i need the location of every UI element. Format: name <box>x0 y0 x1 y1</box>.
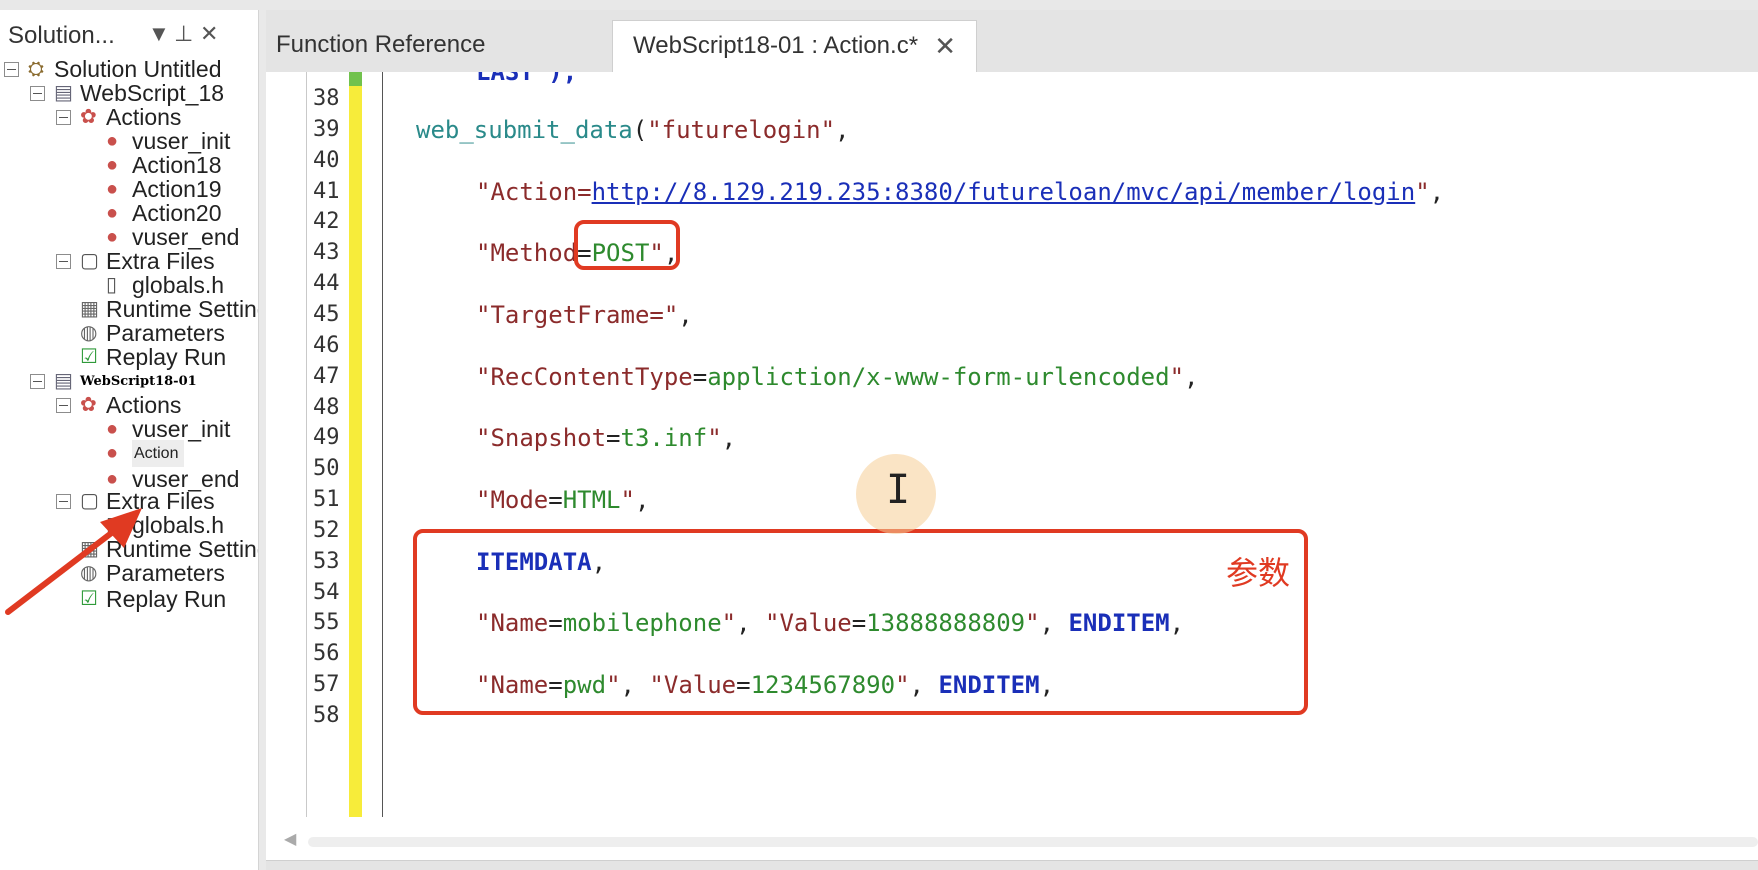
line-number: 48 <box>313 394 340 420</box>
code-token: "RecContentType <box>476 362 693 391</box>
scrollbar-track[interactable] <box>308 837 1758 847</box>
text-cursor-icon: I <box>886 467 911 513</box>
code-token: = <box>548 486 563 515</box>
code-token: , <box>1429 177 1445 206</box>
line-number: 43 <box>313 240 340 266</box>
tab-label: Function Reference <box>276 31 486 58</box>
code-token: " <box>1415 177 1430 206</box>
tab-function-reference[interactable]: Function Reference <box>276 20 606 72</box>
code-token: , <box>678 300 693 329</box>
line-number: 56 <box>313 641 340 667</box>
line-number: 53 <box>313 548 340 574</box>
code-token: web_submit_data <box>416 115 633 144</box>
line-number: 58 <box>313 703 340 728</box>
code-token: "Action= <box>476 177 592 206</box>
line-number: 41 <box>313 178 340 204</box>
line-number: 52 <box>313 517 340 543</box>
line-number: 39 <box>313 116 340 142</box>
status-strip <box>266 860 1758 870</box>
code-line: web_submit_data("futurelogin", <box>416 116 850 144</box>
code-token: t3.inf <box>620 424 708 453</box>
change-marker-bar <box>349 72 362 817</box>
code-token: "Mode <box>476 486 549 515</box>
code-token: = <box>606 424 621 453</box>
code-token: "futurelogin" <box>647 115 836 144</box>
code-line: "Mode=HTML", <box>476 486 649 514</box>
line-number: 42 <box>313 209 340 235</box>
tab-action-c[interactable]: WebScript18-01 : Action.c* ✕ <box>612 20 977 72</box>
close-icon[interactable]: ✕ <box>934 21 956 71</box>
line-number: 57 <box>313 672 340 698</box>
code-line: "RecContentType=appliction/x-www-form-ur… <box>476 363 1198 391</box>
code-token: , <box>1184 362 1199 391</box>
code-token: HTML <box>562 486 621 515</box>
code-token: , <box>721 424 737 453</box>
code-line: "Action=http://8.129.219.235:8380/future… <box>476 178 1444 206</box>
code-token: appliction/x-www-form-urlencoded <box>707 362 1170 391</box>
saved-change-marker <box>349 72 362 86</box>
code-token: " <box>620 486 635 515</box>
indent-guide <box>382 72 383 817</box>
code-token: = <box>692 362 708 391</box>
line-number: 55 <box>313 610 340 636</box>
line-number: 38 <box>313 86 340 111</box>
method-highlight-box <box>574 220 680 270</box>
line-number: 46 <box>313 332 340 358</box>
url-link[interactable]: http://8.129.219.235:8380/futureloan/mvc… <box>592 178 1416 206</box>
code-line: "TargetFrame=", <box>476 301 693 329</box>
code-token: " <box>1169 362 1185 391</box>
code-token: ( <box>632 115 648 144</box>
line-number: 44 <box>313 271 340 297</box>
line-number: 49 <box>313 425 340 451</box>
code-token: "TargetFrame=" <box>476 300 679 329</box>
line-number: 50 <box>313 456 340 482</box>
tab-label: WebScript18-01 : Action.c* <box>633 32 919 59</box>
annotation-arrow <box>5 508 142 615</box>
line-number: 51 <box>313 487 340 513</box>
editor-tab-bar: Function Reference WebScript18-01 : Acti… <box>266 10 1758 73</box>
code-editor[interactable]: 38 39 40 41 42 43 44 45 46 47 48 49 50 51 52 53 54 55 56 57… <box>266 72 1758 870</box>
itemdata-highlight-box <box>413 529 1308 715</box>
scroll-left-icon[interactable]: ◀ <box>284 829 296 849</box>
code-line: LAST"); <box>476 72 578 86</box>
code-token: , <box>634 486 650 515</box>
code-token: , <box>835 115 850 144</box>
line-number-gutter: 38 39 40 41 42 43 44 45 46 47 48 49 50 51 52 53 54 55 56 57… <box>306 72 347 817</box>
code-token: "Method <box>476 239 578 268</box>
line-number: 47 <box>313 363 340 389</box>
code-token: "Snapshot <box>476 424 607 453</box>
line-number: 40 <box>313 147 340 173</box>
line-number: 54 <box>313 579 340 605</box>
line-number: 45 <box>313 301 340 327</box>
parameter-annotation: 参数 <box>1226 554 1291 592</box>
code-line: "Snapshot=t3.inf", <box>476 424 736 452</box>
code-token: " <box>707 424 722 453</box>
